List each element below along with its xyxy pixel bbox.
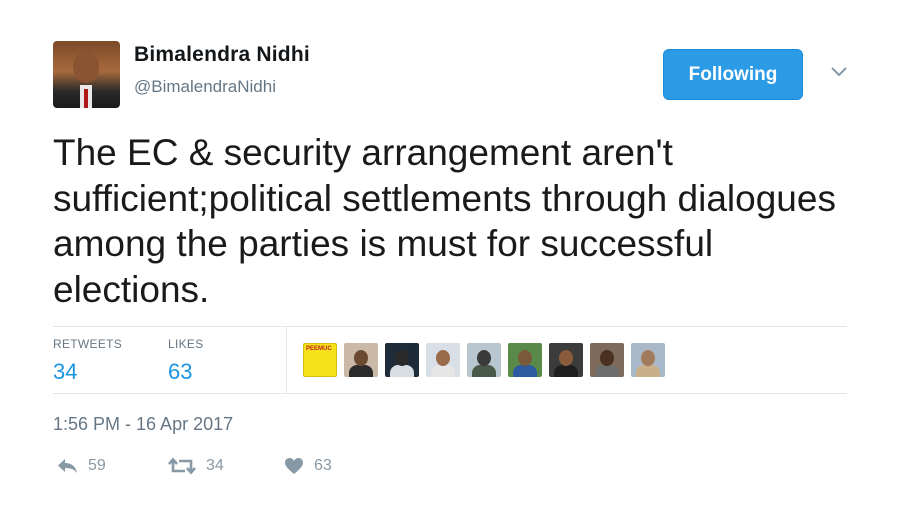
liker-avatar[interactable]	[467, 343, 501, 377]
retweets-label: RETWEETS	[53, 337, 123, 351]
liker-avatar[interactable]	[549, 343, 583, 377]
liker-logo-text: PEEMUC	[306, 346, 332, 352]
reply-icon	[58, 459, 77, 473]
liker-avatar[interactable]	[426, 343, 460, 377]
liker-body	[554, 365, 578, 377]
retweets-count: 34	[53, 359, 78, 384]
retweets-stat[interactable]: RETWEETS 34	[53, 337, 122, 385]
timestamp[interactable]: 1:56 PM - 16 Apr 2017	[53, 414, 233, 435]
liker-body	[390, 365, 414, 377]
divider-top	[53, 326, 847, 327]
liker-head	[354, 350, 368, 366]
author-handle[interactable]: @BimalendraNidhi	[134, 77, 276, 97]
liker-head	[436, 350, 450, 366]
liker-head	[600, 350, 614, 366]
like-button[interactable]: 63	[284, 457, 332, 475]
likes-count: 63	[168, 359, 193, 384]
divider-bottom	[53, 393, 847, 394]
liker-avatar[interactable]: PEEMUC	[303, 343, 337, 377]
liker-head	[559, 350, 573, 366]
following-button[interactable]: Following	[663, 49, 803, 100]
likes-label: LIKES	[168, 337, 204, 351]
author-name[interactable]: Bimalendra Nidhi	[134, 43, 310, 67]
liker-body	[472, 365, 496, 377]
liker-body	[595, 365, 619, 377]
liker-avatar[interactable]	[590, 343, 624, 377]
liker-head	[477, 350, 491, 366]
avatar-tie	[84, 89, 88, 108]
liker-body	[431, 365, 455, 377]
likes-stat[interactable]: LIKES 63	[168, 337, 204, 385]
retweet-count: 34	[206, 457, 224, 474]
liker-avatar[interactable]	[508, 343, 542, 377]
chevron-down-icon[interactable]	[828, 64, 850, 80]
reply-button[interactable]: 59	[56, 457, 106, 475]
retweet-icon	[168, 457, 196, 475]
liker-head	[518, 350, 532, 366]
heart-icon	[285, 458, 303, 474]
liker-body	[636, 365, 660, 377]
liker-avatar[interactable]	[385, 343, 419, 377]
liker-body	[513, 365, 537, 377]
liker-body	[349, 365, 373, 377]
like-count: 63	[314, 457, 332, 474]
avatar[interactable]	[53, 41, 120, 108]
avatar-face	[73, 51, 99, 83]
stats-separator	[286, 327, 287, 393]
liker-avatar[interactable]	[631, 343, 665, 377]
reply-count: 59	[88, 457, 106, 474]
tweet-text: The EC & security arrangement aren't suf…	[53, 132, 836, 310]
likers-list: PEEMUC	[303, 343, 665, 377]
liker-head	[395, 350, 409, 366]
retweet-button[interactable]: 34	[168, 457, 224, 475]
liker-head	[641, 350, 655, 366]
liker-avatar[interactable]	[344, 343, 378, 377]
